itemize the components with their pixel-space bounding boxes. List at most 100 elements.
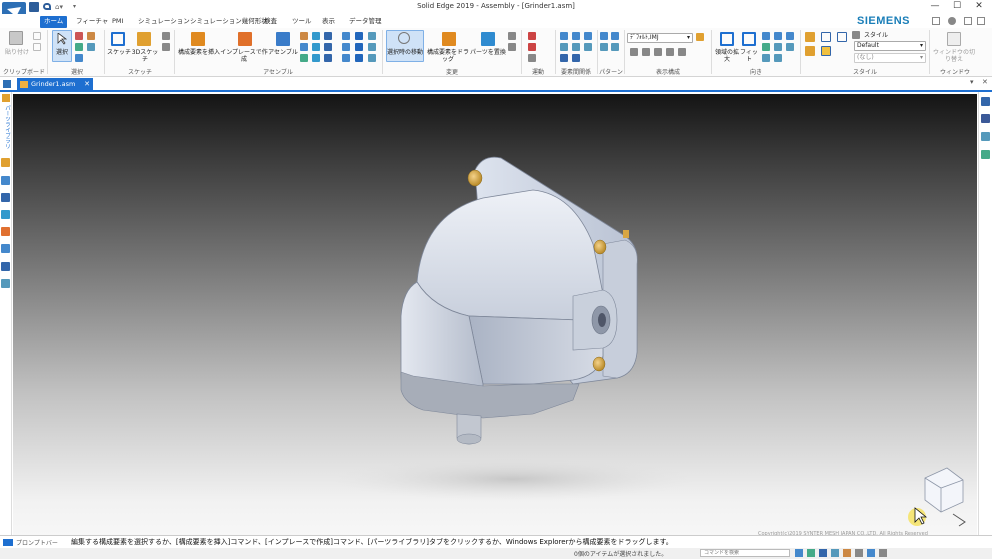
- status-tool-4-icon[interactable]: [831, 549, 839, 557]
- fit-icon[interactable]: [742, 32, 756, 46]
- right-tool-3-icon[interactable]: [981, 132, 990, 141]
- display-tool-3-icon[interactable]: [654, 48, 662, 56]
- sketch-tool-2-icon[interactable]: [162, 43, 170, 51]
- assembly-model[interactable]: [13, 94, 977, 535]
- flange-bolt-top-left[interactable]: [467, 169, 483, 187]
- inplace-create-button[interactable]: インプレースで作成: [220, 49, 268, 63]
- minimize-ribbon-icon[interactable]: [964, 17, 972, 25]
- paste-button[interactable]: 貼り付け: [4, 49, 30, 56]
- assemble-tool-6-icon[interactable]: [312, 54, 320, 62]
- sketch-3d-icon[interactable]: [137, 32, 151, 46]
- assemble-tool-10-icon[interactable]: [342, 32, 350, 40]
- paste-icon[interactable]: [9, 31, 23, 45]
- command-search-input[interactable]: [700, 549, 790, 557]
- close-tab-icon[interactable]: ✕: [84, 78, 90, 91]
- select-tool-icon[interactable]: [75, 43, 83, 51]
- visible-edges-icon[interactable]: [821, 32, 831, 42]
- side-tool-1-icon[interactable]: [1, 158, 10, 167]
- motion-tool-1-icon[interactable]: [528, 32, 536, 40]
- assemble-tool-18-icon[interactable]: [368, 54, 376, 62]
- assemble-button[interactable]: アセンブル: [268, 49, 298, 56]
- maximize-button[interactable]: ☐: [946, 0, 968, 14]
- relation-tool-7-icon[interactable]: [560, 54, 568, 62]
- orient-tool-3-icon[interactable]: [786, 32, 794, 40]
- switch-window-icon[interactable]: [947, 32, 961, 46]
- assemble-tool-9-icon[interactable]: [324, 54, 332, 62]
- select-options-icon[interactable]: [87, 32, 95, 40]
- relation-tool-2-icon[interactable]: [572, 32, 580, 40]
- side-tool-8-icon[interactable]: [1, 279, 10, 288]
- flange-bolt-bottom[interactable]: [592, 356, 606, 372]
- select-filter-icon[interactable]: [75, 32, 83, 40]
- right-tool-4-icon[interactable]: [981, 150, 990, 159]
- restore-ribbon-icon[interactable]: [977, 17, 985, 25]
- orient-tool-7-icon[interactable]: [762, 54, 770, 62]
- tab-pmi[interactable]: PMI: [108, 16, 127, 28]
- cut-icon[interactable]: [33, 32, 41, 40]
- assemble-tool-5-icon[interactable]: [312, 43, 320, 51]
- fit-button[interactable]: フィット: [738, 49, 760, 63]
- pattern-tool-4-icon[interactable]: [611, 43, 619, 51]
- sketch-icon[interactable]: [111, 32, 125, 46]
- status-tool-8-icon[interactable]: [879, 549, 887, 557]
- flange-bolt-top-right[interactable]: [593, 239, 607, 255]
- drag-component-button[interactable]: 構成要素をドラッグ: [425, 49, 471, 63]
- relation-tool-1-icon[interactable]: [560, 32, 568, 40]
- tab-view[interactable]: 表示: [318, 16, 339, 28]
- assemble-tool-12-icon[interactable]: [342, 54, 350, 62]
- status-tool-7-icon[interactable]: [867, 549, 875, 557]
- display-tool-5-icon[interactable]: [678, 48, 686, 56]
- replace-part-icon[interactable]: [481, 32, 495, 46]
- side-tool-2-icon[interactable]: [1, 176, 10, 185]
- select-box-icon[interactable]: [75, 54, 83, 62]
- highlight-shade-icon[interactable]: [821, 46, 831, 56]
- insert-component-icon[interactable]: [191, 32, 205, 46]
- modify-tool-1-icon[interactable]: [508, 32, 516, 40]
- display-save-icon[interactable]: [696, 33, 704, 41]
- rotate-view-icon[interactable]: [952, 513, 966, 527]
- style-dropdown[interactable]: Default ▾: [854, 41, 926, 51]
- tab-simulation[interactable]: シミュレーション: [134, 16, 194, 28]
- inplace-create-icon[interactable]: [238, 32, 252, 46]
- tab-inspect[interactable]: 検査: [260, 16, 281, 28]
- display-config-dropdown[interactable]: ﾃﾞﾌｫﾙﾄ,IMJ ▾: [627, 33, 693, 43]
- document-menu-icon[interactable]: [3, 80, 11, 88]
- side-tool-7-icon[interactable]: [1, 262, 10, 271]
- assemble-tool-15-icon[interactable]: [355, 54, 363, 62]
- shade-icon[interactable]: [805, 32, 815, 42]
- orient-tool-5-icon[interactable]: [774, 43, 782, 51]
- facebook-icon[interactable]: [981, 114, 990, 123]
- motion-tool-3-icon[interactable]: [528, 54, 536, 62]
- tab-list-icon[interactable]: ▾: [970, 78, 974, 86]
- prompt-bar-icon[interactable]: [3, 539, 13, 546]
- relation-tool-8-icon[interactable]: [572, 54, 580, 62]
- close-document-icon[interactable]: ✕: [982, 78, 988, 86]
- copy-icon[interactable]: [33, 43, 41, 51]
- display-tool-4-icon[interactable]: [666, 48, 674, 56]
- pattern-tool-3-icon[interactable]: [600, 43, 608, 51]
- status-tool-1-icon[interactable]: [795, 549, 803, 557]
- assemble-tool-3-icon[interactable]: [300, 54, 308, 62]
- relation-tool-4-icon[interactable]: [560, 43, 568, 51]
- parts-library-tab[interactable]: パーツライブラリ: [1, 105, 11, 149]
- style-secondary-dropdown[interactable]: (なし) ▾: [854, 53, 926, 63]
- sketch-button[interactable]: スケッチ: [107, 49, 131, 56]
- relation-tool-3-icon[interactable]: [584, 32, 592, 40]
- graphics-viewport[interactable]: Copyright(c)2019 SYNTER MESH JAPAN CO.,L…: [13, 94, 977, 537]
- assemble-tool-11-icon[interactable]: [342, 43, 350, 51]
- pattern-tool-2-icon[interactable]: [611, 32, 619, 40]
- tab-tools[interactable]: ツール: [288, 16, 316, 28]
- motion-tool-2-icon[interactable]: [528, 43, 536, 51]
- document-tab[interactable]: Grinder1.asm ✕: [17, 78, 93, 92]
- assemble-tool-8-icon[interactable]: [324, 43, 332, 51]
- shade-edges-icon[interactable]: [805, 46, 815, 56]
- orient-tool-2-icon[interactable]: [774, 32, 782, 40]
- replace-part-button[interactable]: パーツを置換: [470, 49, 506, 56]
- side-tool-5-icon[interactable]: [1, 227, 10, 236]
- orient-tool-8-icon[interactable]: [774, 54, 782, 62]
- relation-tool-6-icon[interactable]: [584, 43, 592, 51]
- ribbon-options-icon[interactable]: [932, 17, 940, 25]
- side-tool-3-icon[interactable]: [1, 193, 10, 202]
- sketch-3d-button[interactable]: 3Dスケッチ: [130, 49, 160, 63]
- wireframe-icon[interactable]: [837, 32, 847, 42]
